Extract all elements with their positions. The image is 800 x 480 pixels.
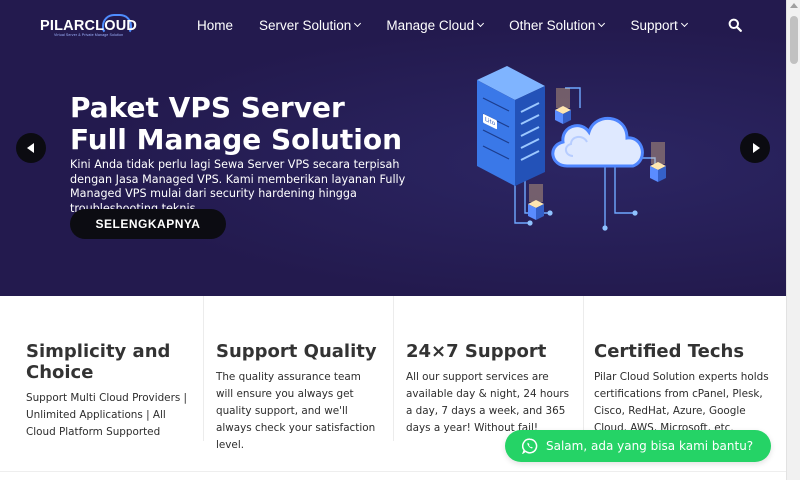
feature-text: The quality assurance team will ensure y… bbox=[216, 371, 376, 451]
slider-next-button[interactable] bbox=[740, 133, 770, 163]
hero-title-line2: Full Manage Solution bbox=[70, 123, 403, 156]
logo-text: PILARCLOUD bbox=[40, 18, 138, 34]
main-nav: Home Server Solution Manage Cloud Other … bbox=[180, 0, 713, 50]
nav-item-label: Server Solution bbox=[259, 17, 352, 33]
selengkapnya-button[interactable]: SELENGKAPNYA bbox=[70, 209, 226, 239]
feature-title: Simplicity and Choice bbox=[26, 341, 171, 383]
scrollbar-thumb[interactable] bbox=[790, 16, 798, 64]
chevron-down-icon bbox=[354, 19, 362, 28]
cloud-server-illustration: Lito bbox=[477, 66, 666, 231]
nav-item-support[interactable]: Support bbox=[630, 17, 688, 33]
nav-item-label: Home bbox=[197, 17, 234, 33]
nav-item-label: Support bbox=[630, 17, 678, 33]
scroll-up-icon[interactable] bbox=[790, 3, 798, 8]
feature-support-quality: Support Quality The quality assurance te… bbox=[204, 296, 394, 451]
nav-item-other-solution[interactable]: Other Solution bbox=[509, 17, 606, 33]
arrow-right-icon bbox=[752, 143, 760, 153]
feature-title: Support Quality bbox=[216, 341, 377, 362]
whatsapp-label: Salam, ada yang bisa kami bantu? bbox=[546, 439, 754, 453]
feature-text: Support Multi Cloud Providers | Unlimite… bbox=[26, 392, 188, 438]
nav-item-label: Manage Cloud bbox=[386, 17, 475, 33]
site-header: PILARCLOUD Virtual Server & Private Mana… bbox=[0, 0, 786, 50]
slider-prev-button[interactable] bbox=[16, 133, 46, 163]
chevron-down-icon bbox=[680, 19, 688, 28]
section-divider bbox=[0, 471, 786, 472]
nav-item-server-solution[interactable]: Server Solution bbox=[259, 17, 362, 33]
logo-tagline: Virtual Server & Private Manage Solution bbox=[54, 33, 124, 37]
nav-item-home[interactable]: Home bbox=[197, 18, 233, 33]
hero-title-line1: Paket VPS Server bbox=[70, 91, 345, 124]
nav-item-label: Other Solution bbox=[509, 17, 596, 33]
page: PILARCLOUD Virtual Server & Private Mana… bbox=[0, 0, 800, 480]
nav-item-manage-cloud[interactable]: Manage Cloud bbox=[386, 17, 485, 33]
feature-certified-techs: Certified Techs Pilar Cloud Solution exp… bbox=[584, 296, 786, 441]
feature-text: All our support services are available d… bbox=[406, 371, 570, 434]
search-icon[interactable] bbox=[728, 18, 742, 32]
arrow-left-icon bbox=[26, 143, 34, 153]
feature-simplicity: Simplicity and Choice Support Multi Clou… bbox=[0, 296, 204, 441]
page-scrollbar[interactable] bbox=[786, 0, 800, 480]
whatsapp-chat-button[interactable]: Salam, ada yang bisa kami bantu? bbox=[505, 430, 771, 462]
site-logo[interactable]: PILARCLOUD Virtual Server & Private Mana… bbox=[40, 14, 137, 38]
hero-description: Kini Anda tidak perlu lagi Sewa Server V… bbox=[70, 158, 406, 215]
feature-text: Pilar Cloud Solution experts holds certi… bbox=[594, 371, 769, 434]
chevron-down-icon bbox=[598, 19, 606, 28]
hero-banner: PILARCLOUD Virtual Server & Private Mana… bbox=[0, 0, 786, 296]
whatsapp-icon bbox=[522, 438, 538, 454]
feature-24x7-support: 24×7 Support All our support services ar… bbox=[394, 296, 584, 441]
feature-title: 24×7 Support bbox=[406, 341, 547, 362]
feature-title: Certified Techs bbox=[594, 341, 745, 362]
hero-title: Paket VPS Server Full Manage Solution bbox=[70, 92, 402, 156]
chevron-down-icon bbox=[477, 19, 485, 28]
